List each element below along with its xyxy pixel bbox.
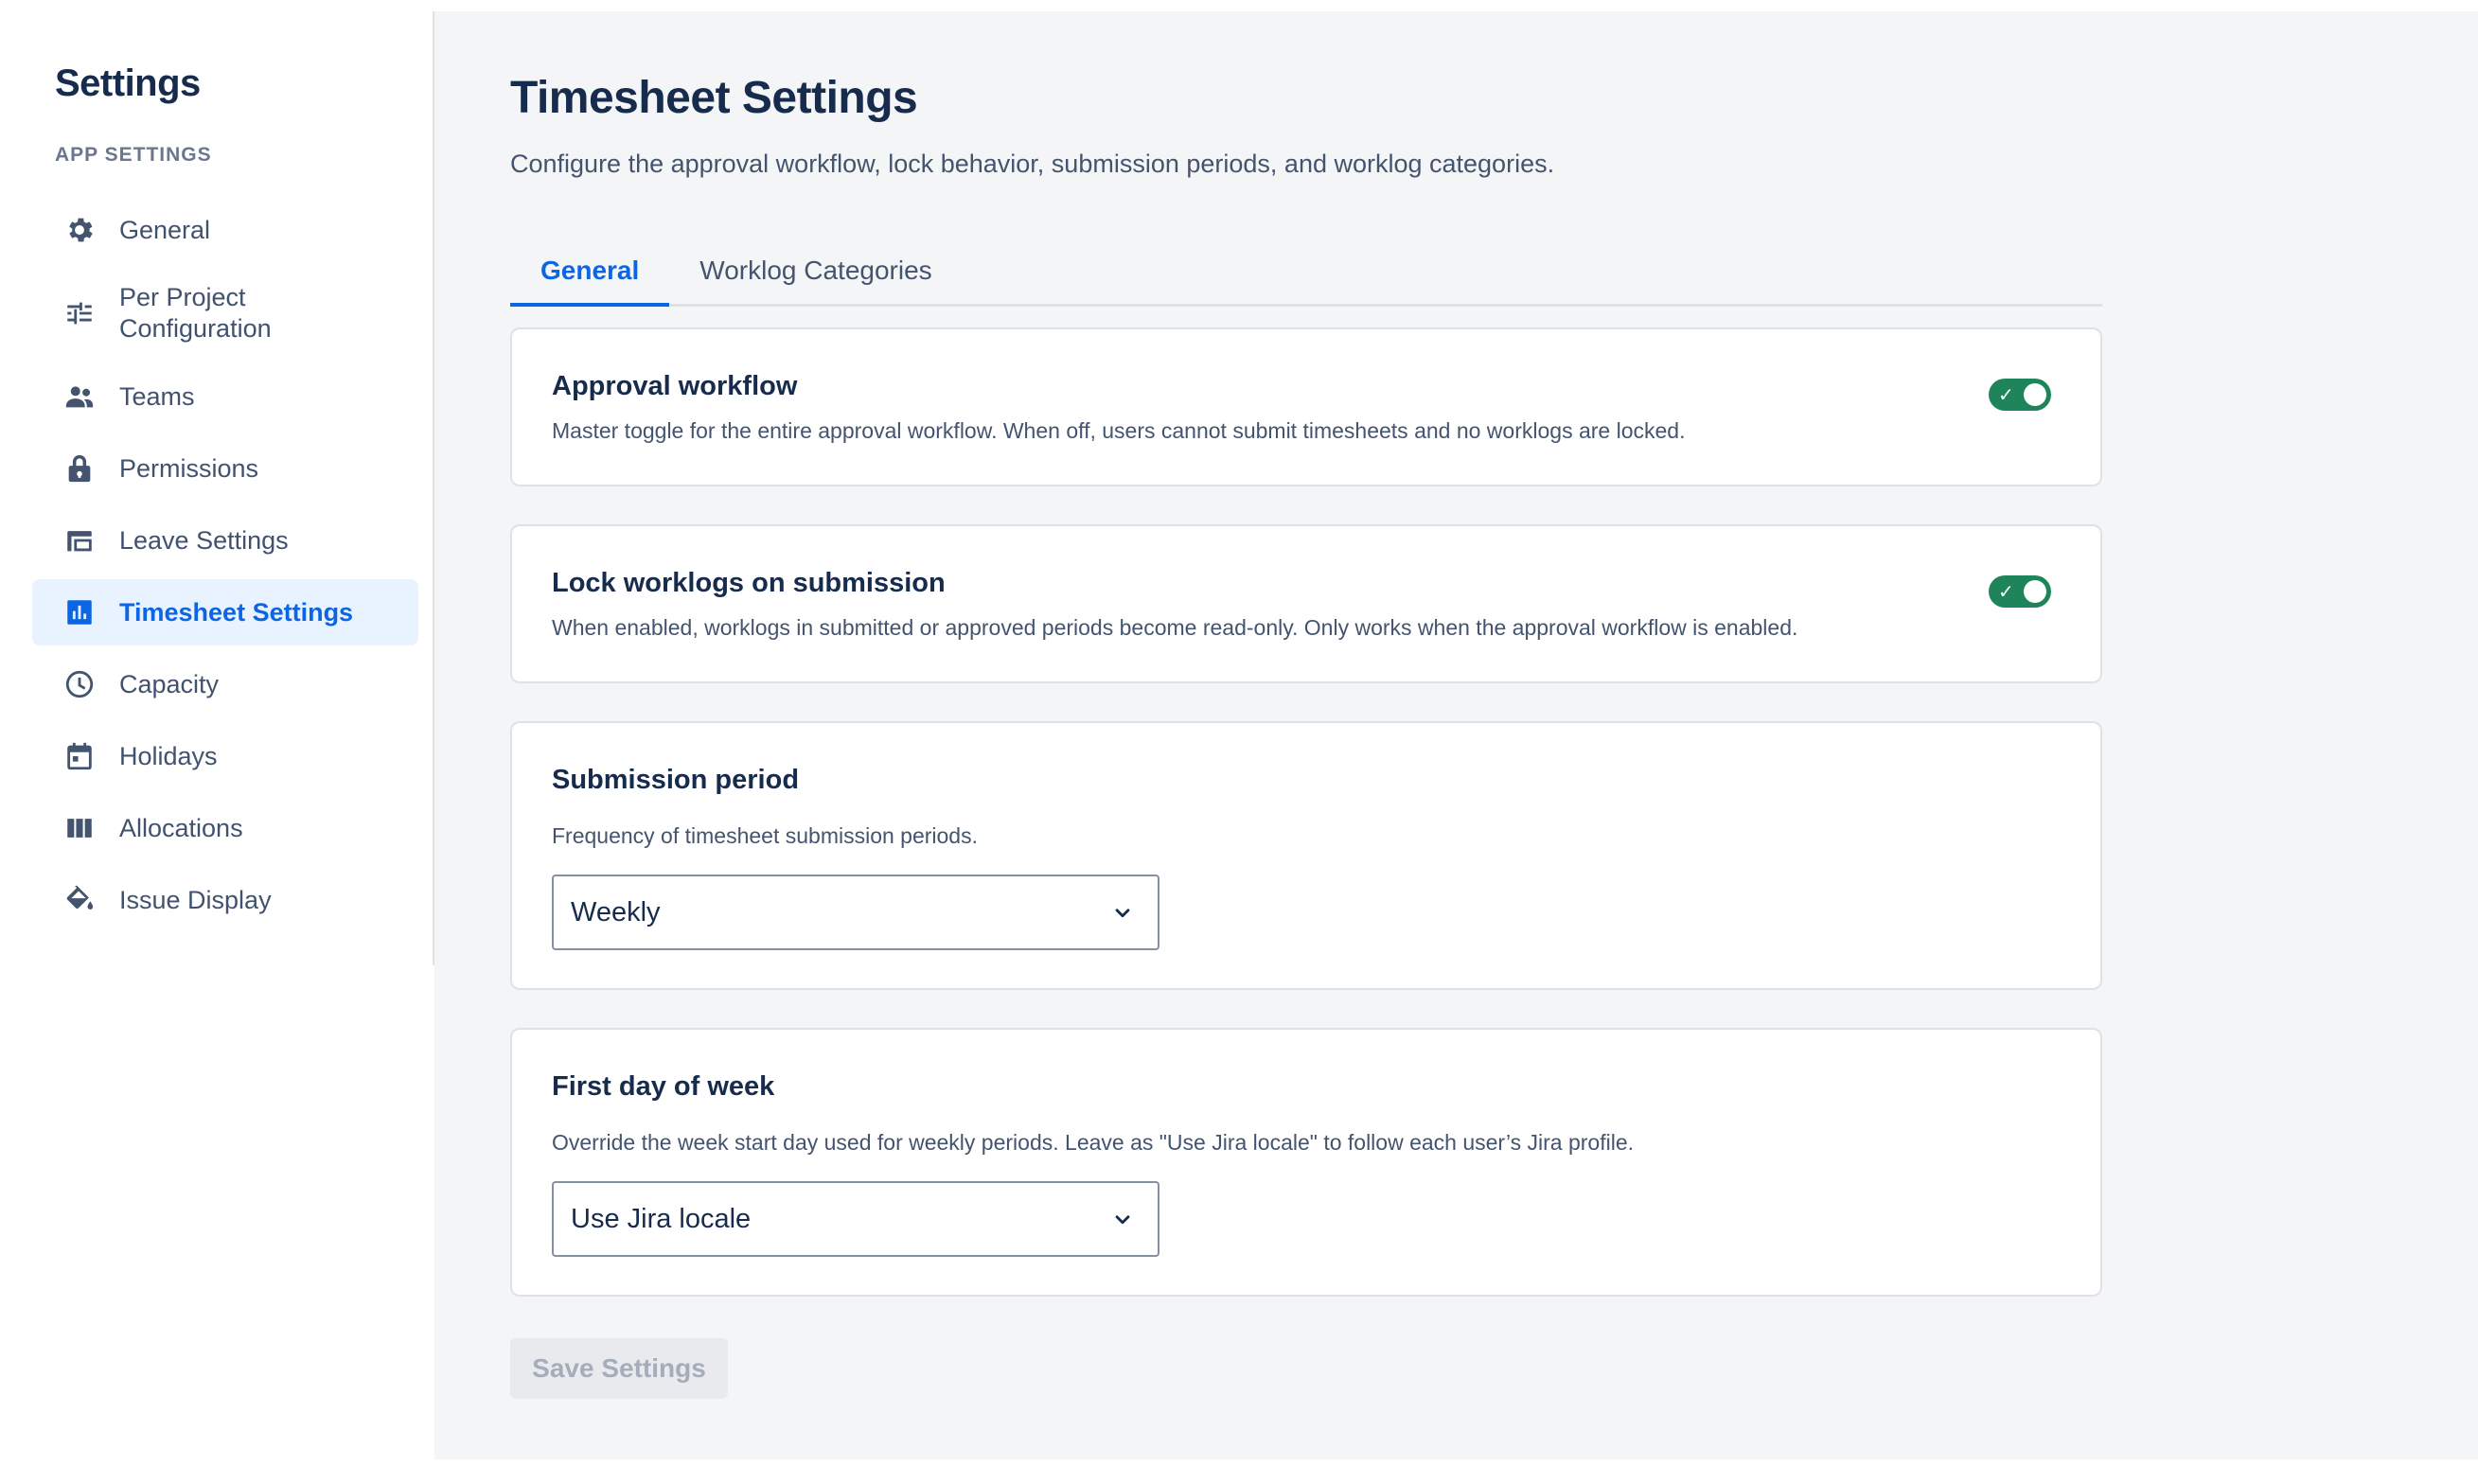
- sidebar-item-label: General: [119, 215, 211, 244]
- submission-period-select[interactable]: Weekly: [552, 874, 1159, 950]
- chevron-down-icon: [1110, 1208, 1135, 1232]
- sliders-icon: [62, 296, 97, 330]
- tab-general[interactable]: General: [510, 235, 670, 307]
- clock-icon: [62, 667, 97, 701]
- sidebar-item-label: Leave Settings: [119, 525, 289, 555]
- approval-workflow-toggle[interactable]: ✓: [1989, 379, 2051, 411]
- sidebar-item-label: Capacity: [119, 669, 220, 698]
- sidebar-item-leave-settings[interactable]: Leave Settings: [32, 507, 418, 574]
- save-settings-button[interactable]: Save Settings: [510, 1338, 728, 1399]
- tab-bar: General Worklog Categories: [510, 235, 2102, 307]
- sidebar-item-general[interactable]: General: [32, 197, 418, 263]
- columns-icon: [62, 811, 97, 845]
- sidebar-item-allocations[interactable]: Allocations: [32, 795, 418, 861]
- card-description: Override the week start day used for wee…: [552, 1130, 1635, 1155]
- approval-workflow-card: Approval workflow Master toggle for the …: [510, 327, 2102, 486]
- lock-icon: [62, 451, 97, 486]
- page-description: Configure the approval workflow, lock be…: [510, 150, 1555, 178]
- calendar-icon: [62, 739, 97, 773]
- chevron-down-icon: [1110, 901, 1135, 926]
- select-value: Use Jira locale: [571, 1204, 752, 1234]
- first-day-of-week-select[interactable]: Use Jira locale: [552, 1181, 1159, 1257]
- card-title: First day of week: [552, 1071, 775, 1102]
- toggle-knob: [2024, 383, 2046, 406]
- window-icon: [62, 523, 97, 557]
- sidebar-item-teams[interactable]: Teams: [32, 363, 418, 430]
- card-description: Master toggle for the entire approval wo…: [552, 418, 1686, 443]
- tab-worklog-categories[interactable]: Worklog Categories: [669, 235, 962, 307]
- sidebar-item-label: Per Project Configuration: [119, 283, 272, 343]
- sidebar-item-label: Holidays: [119, 741, 218, 770]
- sidebar-item-permissions[interactable]: Permissions: [32, 435, 418, 502]
- main-content: Timesheet Settings Configure the approva…: [434, 11, 2478, 1459]
- sidebar-item-label: Allocations: [119, 813, 243, 842]
- sidebar-item-label: Timesheet Settings: [119, 597, 354, 627]
- page-title: Timesheet Settings: [510, 73, 918, 123]
- card-description: When enabled, worklogs in submitted or a…: [552, 615, 1798, 640]
- bar-chart-icon: [62, 595, 97, 629]
- select-value: Weekly: [571, 897, 661, 928]
- sidebar-section-label: APP SETTINGS: [55, 144, 212, 166]
- people-icon: [62, 380, 97, 414]
- sidebar-item-per-project-configuration[interactable]: Per Project Configuration: [32, 269, 418, 358]
- card-title: Lock worklogs on submission: [552, 568, 946, 598]
- sidebar-item-timesheet-settings[interactable]: Timesheet Settings: [32, 579, 418, 645]
- card-title: Approval workflow: [552, 371, 798, 401]
- card-description: Frequency of timesheet submission period…: [552, 823, 978, 848]
- toggle-knob: [2024, 580, 2046, 603]
- first-day-of-week-card: First day of week Override the week star…: [510, 1028, 2102, 1297]
- paint-bucket-icon: [62, 883, 97, 917]
- sidebar-item-issue-display[interactable]: Issue Display: [32, 867, 418, 933]
- sidebar-item-label: Permissions: [119, 453, 259, 483]
- check-icon: ✓: [1998, 383, 2014, 406]
- lock-worklogs-card: Lock worklogs on submission When enabled…: [510, 524, 2102, 683]
- sidebar-item-capacity[interactable]: Capacity: [32, 651, 418, 717]
- sidebar: Settings APP SETTINGS General Per Projec…: [0, 11, 434, 965]
- sidebar-item-label: Teams: [119, 381, 195, 411]
- card-title: Submission period: [552, 765, 800, 795]
- sidebar-item-holidays[interactable]: Holidays: [32, 723, 418, 789]
- gear-icon: [62, 213, 97, 247]
- lock-worklogs-toggle[interactable]: ✓: [1989, 575, 2051, 608]
- check-icon: ✓: [1998, 580, 2014, 603]
- submission-period-card: Submission period Frequency of timesheet…: [510, 721, 2102, 990]
- sidebar-nav: General Per Project Configuration Teams …: [32, 197, 418, 939]
- sidebar-title: Settings: [55, 62, 201, 104]
- sidebar-item-label: Issue Display: [119, 885, 272, 914]
